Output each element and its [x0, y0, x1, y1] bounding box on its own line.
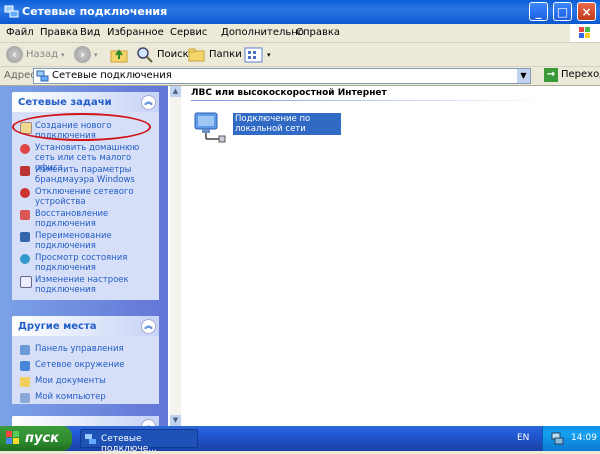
settings-icon	[20, 276, 32, 288]
collapse-chevron-icon[interactable]: ︽	[141, 95, 156, 110]
go-arrow-icon[interactable]: →	[544, 68, 558, 82]
menu-view[interactable]: Вид	[80, 27, 100, 38]
network-tasks-title: Сетевые задачи	[18, 97, 112, 108]
back-arrow-icon: ‹	[6, 46, 23, 63]
network-connections-icon	[36, 70, 49, 82]
task-label: Отключение сетевого устройства	[35, 187, 134, 207]
menu-edit[interactable]: Правка	[40, 27, 78, 38]
address-dropdown-chevron-icon[interactable]: ▼	[517, 69, 530, 83]
taskbar: пуск Сетевые подключе... EN 14:09	[0, 426, 600, 454]
address-input[interactable]: Сетевые подключения ▼	[33, 68, 531, 84]
chevron-down-icon: ▾	[61, 50, 65, 59]
network-tasks-header[interactable]: Сетевые задачи ︽	[12, 92, 159, 112]
clock: 14:09	[571, 433, 597, 443]
group-title: ЛВС или высокоскоростной Интернет	[191, 88, 387, 98]
views-button[interactable]: ▾	[244, 45, 271, 64]
task-label: Восстановление подключения	[35, 209, 109, 229]
back-button[interactable]: ‹ Назад ▾	[6, 45, 65, 64]
title-bar: Сетевые подключения _ □ ×	[0, 0, 600, 24]
connection-name: Подключение по локальной сети	[233, 113, 341, 135]
group-divider	[191, 100, 551, 101]
place-label: Мой компьютер	[35, 392, 106, 402]
firewall-icon	[20, 166, 30, 176]
network-places-icon	[20, 361, 30, 371]
task-label: Изменить параметры брандмауэра Windows	[35, 165, 135, 185]
taskbar-item-label: Сетевые подключе...	[101, 434, 157, 454]
lan-connection-icon	[194, 112, 226, 143]
address-value: Сетевые подключения	[52, 70, 172, 81]
network-connections-icon	[4, 5, 19, 18]
folder-up-icon	[110, 48, 128, 62]
task-label: Переименование подключения	[35, 231, 112, 251]
other-places-title: Другие места	[18, 321, 97, 332]
forward-arrow-icon: ›	[74, 46, 91, 63]
home-network-icon	[20, 144, 30, 154]
folders-icon	[188, 48, 205, 61]
views-icon	[244, 47, 263, 62]
forward-button[interactable]: › ▾	[74, 45, 98, 64]
system-tray: 14:09	[542, 426, 600, 451]
scroll-down-icon[interactable]: ▼	[170, 415, 181, 426]
windows-flag-icon	[6, 431, 19, 444]
my-documents-icon	[20, 377, 30, 387]
disable-device-icon	[20, 188, 30, 198]
task-label: Изменение настроек подключения	[35, 275, 129, 295]
vertical-scrollbar[interactable]: ▲ ▼	[170, 86, 181, 426]
place-label: Сетевое окружение	[35, 360, 125, 370]
tray-network-icon[interactable]	[551, 432, 564, 445]
maximize-button[interactable]: □	[553, 2, 572, 21]
repair-icon	[20, 210, 30, 220]
go-button[interactable]: Переход	[561, 69, 600, 80]
local-connection-item[interactable]: Подключение по локальной сети	[190, 110, 350, 144]
taskbar-item-network-connections[interactable]: Сетевые подключе...	[80, 429, 198, 454]
window-title: Сетевые подключения	[22, 5, 168, 18]
minimize-button[interactable]: _	[529, 2, 548, 21]
task-label: Просмотр состояния подключения	[35, 253, 128, 273]
control-panel-icon	[20, 345, 30, 355]
menu-favorites[interactable]: Избранное	[107, 27, 164, 38]
close-button[interactable]: ×	[577, 2, 596, 21]
chevron-down-icon: ▾	[267, 50, 271, 59]
collapse-chevron-icon[interactable]: ︽	[141, 419, 156, 426]
menu-file[interactable]: Файл	[6, 27, 34, 38]
start-label: пуск	[25, 431, 59, 446]
my-computer-icon	[20, 393, 30, 403]
menu-help[interactable]: Справка	[296, 27, 340, 38]
highlight-annotation	[12, 113, 151, 141]
network-connections-icon	[85, 434, 96, 444]
windows-logo-icon	[570, 24, 600, 42]
menu-bar: Файл Правка Вид Избранное Сервис Дополни…	[0, 24, 600, 43]
scroll-up-icon[interactable]: ▲	[170, 86, 181, 97]
details-panel: ︽	[12, 416, 159, 426]
folders-label: Папки	[209, 49, 242, 60]
start-button[interactable]: пуск	[0, 426, 72, 451]
menu-tools[interactable]: Сервис	[170, 27, 207, 38]
back-label: Назад	[26, 49, 59, 60]
collapse-chevron-icon[interactable]: ︽	[141, 319, 156, 334]
chevron-down-icon: ▾	[94, 50, 98, 59]
search-icon	[137, 46, 153, 63]
details-header[interactable]: ︽	[12, 416, 159, 426]
other-places-panel: Другие места ︽ Панель управления Сетевое…	[12, 316, 159, 404]
folders-button[interactable]: Папки	[188, 45, 242, 64]
search-label: Поиск	[157, 49, 189, 60]
rename-icon	[20, 232, 30, 242]
place-label: Мои документы	[35, 376, 106, 386]
other-places-header[interactable]: Другие места ︽	[12, 316, 159, 336]
toolbar: ‹ Назад ▾ › ▾ Поиск Папки ▾	[0, 43, 600, 67]
search-button[interactable]: Поиск	[136, 45, 189, 64]
status-icon	[20, 254, 30, 264]
place-label: Панель управления	[35, 344, 124, 354]
language-indicator[interactable]: EN	[517, 433, 529, 443]
address-bar: Адрес: Сетевые подключения ▼ → Переход	[0, 67, 600, 86]
up-button[interactable]	[110, 45, 128, 64]
menu-advanced[interactable]: Дополнительно	[221, 27, 304, 38]
